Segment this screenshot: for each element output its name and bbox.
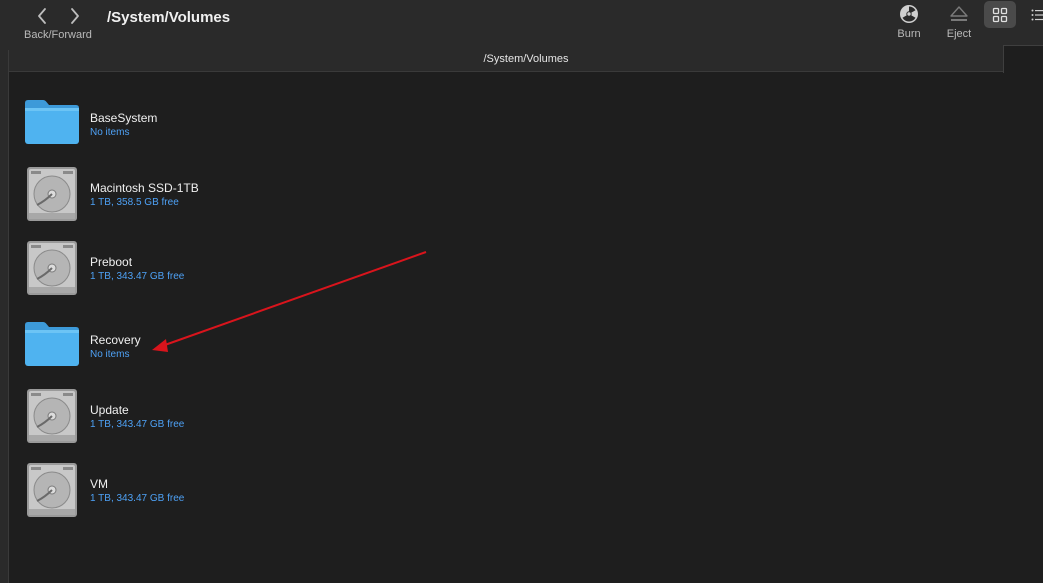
window-title: /System/Volumes: [107, 9, 231, 26]
icon-view-button[interactable]: [984, 1, 1016, 28]
item-name: Preboot: [90, 255, 133, 269]
back-button[interactable]: [30, 6, 54, 26]
chevron-right-icon: [71, 8, 79, 24]
tab-stub[interactable]: [1003, 45, 1043, 73]
hard-drive-icon: [27, 167, 77, 221]
back-forward-group: Back/Forward: [24, 6, 104, 46]
forward-button[interactable]: [63, 6, 87, 26]
list-icon: [1031, 9, 1043, 20]
toolbar: Back/Forward /System/Volumes Burn Eject: [0, 0, 1043, 50]
folder-icon: [25, 100, 79, 144]
path-bar: /System/Volumes: [9, 45, 1043, 73]
list-item[interactable]: Macintosh SSD-1TB 1 TB, 358.5 GB free: [23, 165, 323, 223]
window-left-edge: [0, 50, 9, 583]
item-info: 1 TB, 358.5 GB free: [90, 197, 179, 208]
hard-drive-icon: [27, 241, 77, 295]
item-name: Macintosh SSD-1TB: [90, 181, 199, 195]
hard-drive-icon: [27, 463, 77, 517]
eject-button[interactable]: Eject: [943, 4, 975, 44]
item-info: 1 TB, 343.47 GB free: [90, 493, 185, 504]
list-item[interactable]: Preboot 1 TB, 343.47 GB free: [23, 239, 323, 297]
item-info: No items: [90, 127, 130, 138]
radiation-icon: [900, 5, 918, 23]
list-item[interactable]: VM 1 TB, 343.47 GB free: [23, 461, 323, 519]
eject-label: Eject: [946, 28, 972, 40]
burn-button[interactable]: Burn: [893, 4, 925, 44]
finder-window: Back/Forward /System/Volumes Burn Eject: [0, 0, 1043, 583]
file-list: BaseSystem No items Macintosh SSD-1TB 1 …: [9, 73, 1043, 583]
chevron-left-icon: [38, 8, 46, 24]
item-name: Update: [90, 403, 129, 417]
item-name: VM: [90, 477, 108, 491]
eject-icon: [950, 6, 968, 21]
list-item[interactable]: Recovery No items: [23, 317, 323, 375]
item-info: 1 TB, 343.47 GB free: [90, 271, 185, 282]
hard-drive-icon: [27, 389, 77, 443]
list-item[interactable]: BaseSystem No items: [23, 95, 323, 153]
path-label: /System/Volumes: [483, 53, 569, 65]
back-forward-label: Back/Forward: [24, 29, 92, 41]
item-name: BaseSystem: [90, 111, 158, 125]
list-view-button[interactable]: [1022, 1, 1043, 28]
folder-icon: [25, 322, 79, 366]
item-info: No items: [90, 349, 130, 360]
grid-icon: [992, 7, 1008, 22]
burn-label: Burn: [897, 28, 921, 40]
item-name: Recovery: [90, 333, 141, 347]
item-info: 1 TB, 343.47 GB free: [90, 419, 185, 430]
list-item[interactable]: Update 1 TB, 343.47 GB free: [23, 387, 323, 445]
